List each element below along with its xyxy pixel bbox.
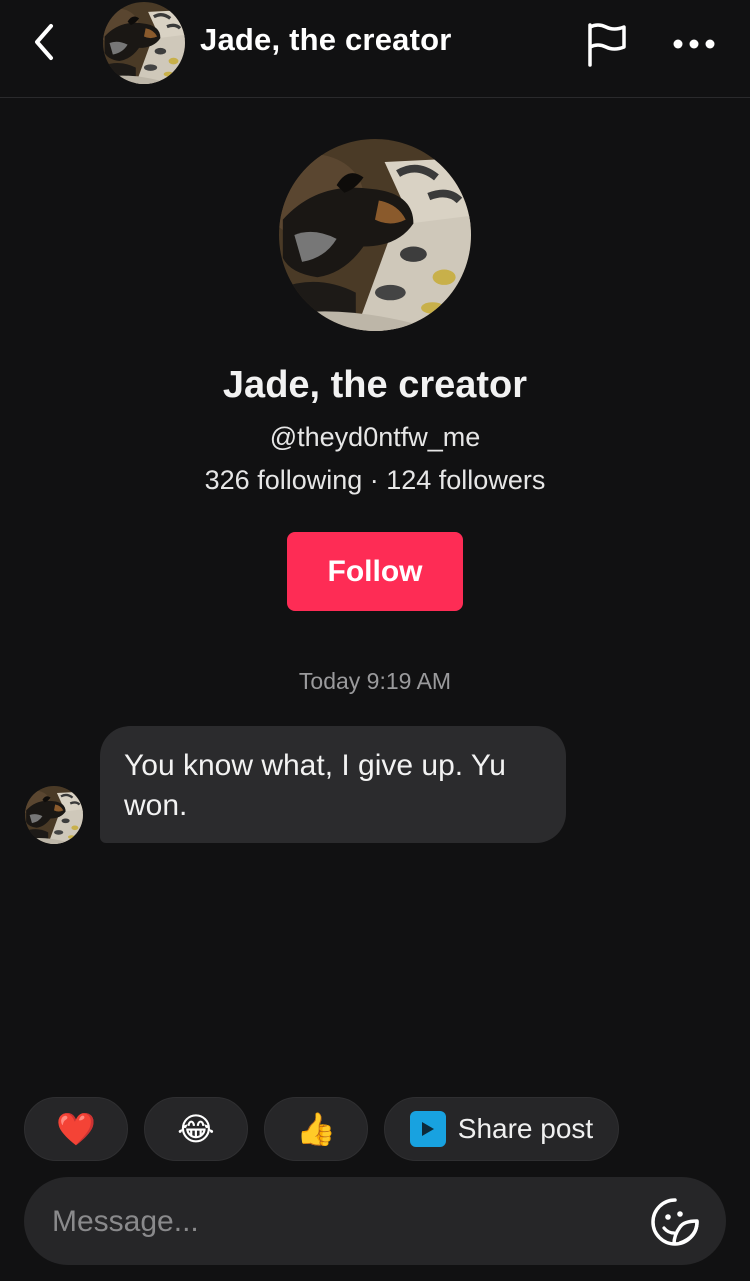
sticker-button[interactable]: [650, 1197, 700, 1247]
more-horizontal-icon: [673, 39, 715, 49]
message-bubble[interactable]: You know what, I give up. Yu won.: [100, 726, 566, 843]
laugh-reaction-button[interactable]: 😂: [144, 1097, 248, 1161]
sticker-icon: [651, 1198, 699, 1246]
report-button[interactable]: [580, 18, 632, 70]
share-post-button[interactable]: Share post: [384, 1097, 619, 1161]
dog-avatar-image: [25, 786, 83, 844]
dog-avatar-image: [279, 139, 471, 331]
message-input[interactable]: [50, 1177, 614, 1267]
chat-header: Jade, the creator: [0, 0, 750, 98]
laughing-emoji-icon: 😂: [177, 1111, 215, 1147]
follow-button[interactable]: Follow: [287, 532, 463, 611]
thumbs-up-reaction-button[interactable]: 👍: [264, 1097, 368, 1161]
message-avatar[interactable]: [25, 786, 83, 844]
flag-icon: [588, 23, 626, 67]
heart-reaction-button[interactable]: ❤️: [24, 1097, 128, 1161]
thumbs-up-icon: 👍: [296, 1111, 336, 1147]
profile-stats: 326 following · 124 followers: [204, 465, 546, 495]
share-post-label: Share post: [457, 1113, 594, 1144]
message-timestamp: Today 9:19 AM: [298, 668, 452, 694]
more-options-button[interactable]: [664, 22, 724, 66]
header-avatar[interactable]: [103, 2, 185, 84]
header-title[interactable]: Jade, the creator: [200, 22, 452, 58]
back-button[interactable]: [22, 20, 66, 64]
heart-icon: ❤️: [56, 1111, 96, 1147]
profile-avatar[interactable]: [279, 139, 471, 331]
profile-handle: @theyd0ntfw_me: [269, 422, 481, 452]
profile-name: Jade, the creator: [222, 364, 528, 406]
message-composer: [24, 1177, 726, 1267]
chevron-left-icon: [35, 24, 53, 60]
play-icon: [409, 1111, 446, 1147]
dog-avatar-image: [103, 2, 185, 84]
